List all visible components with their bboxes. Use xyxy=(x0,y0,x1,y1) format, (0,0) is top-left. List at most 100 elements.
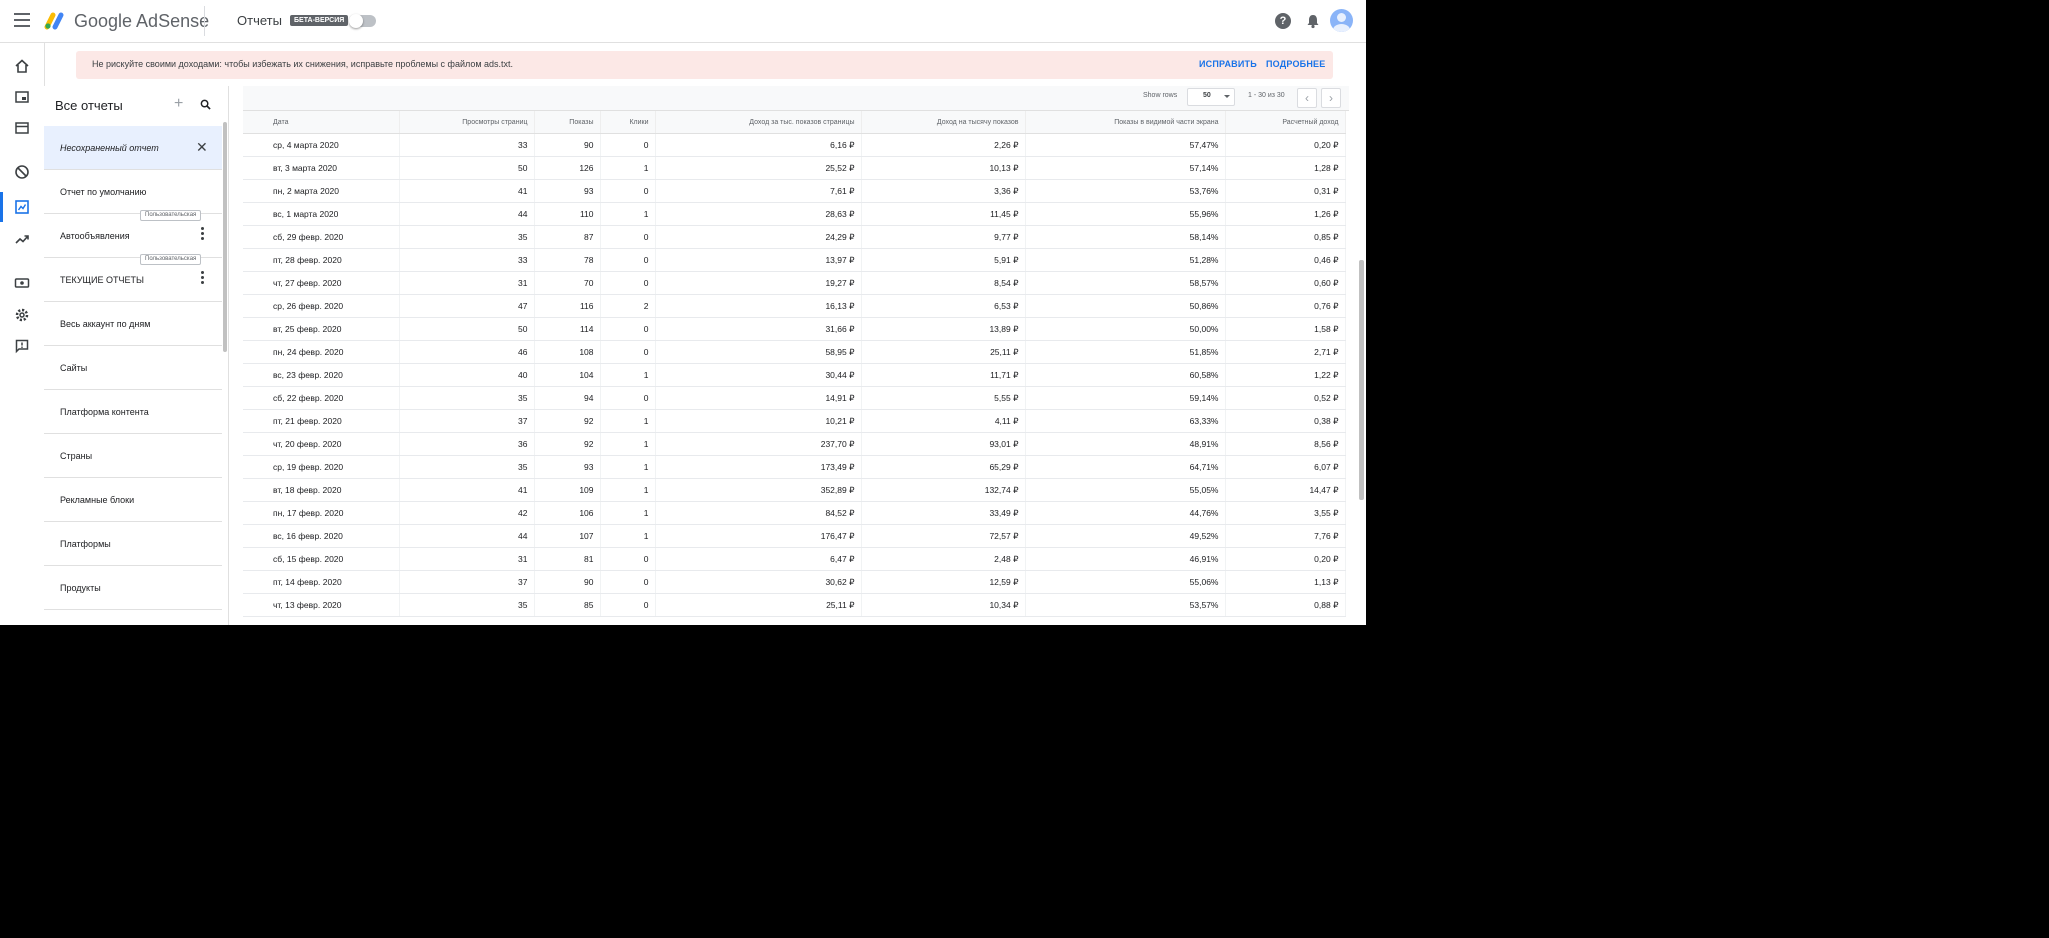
sites-icon[interactable] xyxy=(14,120,30,136)
table-cell: 132,74 ₽ xyxy=(861,478,1026,502)
table-cell: 0,20 ₽ xyxy=(1225,547,1346,571)
table-cell: 78 xyxy=(534,248,601,272)
more-vert-icon[interactable] xyxy=(201,271,204,286)
table-cell: 14,47 ₽ xyxy=(1225,478,1346,502)
ads-icon[interactable] xyxy=(14,89,30,105)
column-header[interactable]: Дата xyxy=(243,111,400,134)
report-label: Весь аккаунт по дням xyxy=(60,319,151,329)
rows-per-page-select[interactable]: 50 xyxy=(1187,88,1235,106)
table-cell: 31 xyxy=(399,271,535,295)
report-item-countries[interactable]: Страны xyxy=(44,434,222,478)
details-link[interactable]: ПОДРОБНЕЕ xyxy=(1266,59,1325,69)
table-cell: вс, 23 февр. 2020 xyxy=(243,363,400,387)
main-scrollbar[interactable] xyxy=(1359,260,1364,500)
fix-link[interactable]: ИСПРАВИТЬ xyxy=(1199,59,1257,69)
column-header[interactable]: Показы в видимой части экрана xyxy=(1025,111,1226,134)
block-icon[interactable] xyxy=(14,164,30,180)
search-icon[interactable] xyxy=(200,99,211,110)
help-icon[interactable]: ? xyxy=(1275,13,1291,29)
table-cell: 3,36 ₽ xyxy=(861,179,1026,203)
menu-icon[interactable] xyxy=(14,13,30,27)
close-icon[interactable]: ✕ xyxy=(196,139,208,156)
report-item-auto-ads[interactable]: Пользовательская Автообъявления xyxy=(44,210,222,258)
table-cell: 1,22 ₽ xyxy=(1225,363,1346,387)
report-item-content-platform[interactable]: Платформа контента xyxy=(44,390,222,434)
table-cell: 63,33% xyxy=(1025,409,1226,433)
table-row: пн, 24 февр. 2020 46 108 0 58,95 ₽25,11 ₽51,… xyxy=(243,340,1346,364)
report-item-platforms[interactable]: Платформы xyxy=(44,522,222,566)
next-page-button[interactable]: › xyxy=(1321,88,1341,108)
table-cell: сб, 29 февр. 2020 xyxy=(243,225,400,249)
column-header[interactable]: Доход на тысячу показов xyxy=(861,111,1026,134)
table-cell: 0 xyxy=(600,317,656,341)
table-cell: 31 xyxy=(399,547,535,571)
table-cell: пн, 24 февр. 2020 xyxy=(243,340,400,364)
page-title: Отчеты xyxy=(237,13,282,28)
table-cell: 84,52 ₽ xyxy=(655,501,862,525)
table-cell: 46 xyxy=(399,340,535,364)
report-item-current[interactable]: Пользовательская ТЕКУЩИЕ ОТЧЕТЫ xyxy=(44,254,222,302)
table-cell: 0 xyxy=(600,271,656,295)
table-row: вт, 25 февр. 2020 50 114 0 31,66 ₽13,89 ₽50,… xyxy=(243,317,1346,341)
top-bar: Google AdSense Отчеты БЕТА-ВЕРСИЯ ? xyxy=(0,0,1366,43)
beta-toggle[interactable] xyxy=(349,14,376,28)
report-item-unsaved[interactable]: Несохраненный отчет ✕ xyxy=(44,126,222,170)
column-header[interactable]: Клики xyxy=(600,111,656,134)
table-cell: 25,11 ₽ xyxy=(655,593,862,617)
table-cell: 58,95 ₽ xyxy=(655,340,862,364)
prev-page-button[interactable]: ‹ xyxy=(1297,88,1317,108)
table-cell: 33,49 ₽ xyxy=(861,501,1026,525)
table-cell: 33 xyxy=(399,133,535,157)
table-row: ср, 4 марта 2020 33 90 0 6,16 ₽2,26 ₽57,47% 0… xyxy=(243,133,1346,157)
table-row: ср, 19 февр. 2020 35 93 1 173,49 ₽65,29 ₽64,… xyxy=(243,455,1346,479)
home-icon[interactable] xyxy=(14,58,30,74)
payments-icon[interactable] xyxy=(14,275,30,291)
table-cell: 0,20 ₽ xyxy=(1225,133,1346,157)
report-item-sites[interactable]: Сайты xyxy=(44,346,222,390)
table-cell: 106 xyxy=(534,501,601,525)
table-cell: 2,48 ₽ xyxy=(861,547,1026,571)
table-cell: 10,21 ₽ xyxy=(655,409,862,433)
optimization-icon[interactable] xyxy=(14,231,30,247)
report-label: Автообъявления xyxy=(60,231,130,241)
column-header[interactable]: Показы xyxy=(534,111,601,134)
report-item-default[interactable]: Отчет по умолчанию xyxy=(44,170,222,214)
more-vert-icon[interactable] xyxy=(201,227,204,242)
column-header[interactable]: Доход за тыс. показов страницы xyxy=(655,111,862,134)
feedback-icon[interactable] xyxy=(14,338,30,354)
table-cell: 1 xyxy=(600,432,656,456)
settings-gear-icon[interactable] xyxy=(14,307,30,323)
table-cell: 1 xyxy=(600,363,656,387)
table-cell: пт, 28 февр. 2020 xyxy=(243,248,400,272)
table-header-row: Дата Просмотры страниц Показы Клики Доход за… xyxy=(243,111,1346,134)
table-row: вт, 3 марта 2020 50 126 1 25,52 ₽10,13 ₽57,1… xyxy=(243,156,1346,180)
table-cell: 53,76% xyxy=(1025,179,1226,203)
table-cell: 1,26 ₽ xyxy=(1225,202,1346,226)
table-cell: 42 xyxy=(399,501,535,525)
column-header[interactable]: Расчетный доход xyxy=(1225,111,1346,134)
table-cell: 108 xyxy=(534,340,601,364)
report-item-account-by-day[interactable]: Весь аккаунт по дням xyxy=(44,302,222,346)
table-cell: 237,70 ₽ xyxy=(655,432,862,456)
table-cell: 9,77 ₽ xyxy=(861,225,1026,249)
report-item-ad-units[interactable]: Рекламные блоки xyxy=(44,478,222,522)
table-cell: 59,14% xyxy=(1025,386,1226,410)
table-cell: 93 xyxy=(534,179,601,203)
bell-icon[interactable] xyxy=(1305,13,1321,29)
reports-icon[interactable] xyxy=(14,199,30,215)
avatar[interactable] xyxy=(1330,9,1353,32)
table-cell: вс, 1 марта 2020 xyxy=(243,202,400,226)
report-item-products[interactable]: Продукты xyxy=(44,566,222,610)
table-cell: 58,57% xyxy=(1025,271,1226,295)
panel-scrollbar[interactable] xyxy=(223,122,227,352)
table-cell: 13,97 ₽ xyxy=(655,248,862,272)
reports-panel: Все отчеты + Несохраненный отчет ✕ Отчет… xyxy=(44,86,229,625)
add-report-icon[interactable]: + xyxy=(174,95,183,113)
table-cell: 0 xyxy=(600,386,656,410)
table-cell: 92 xyxy=(534,409,601,433)
table-cell: 44 xyxy=(399,202,535,226)
table-cell: 5,55 ₽ xyxy=(861,386,1026,410)
custom-tag: Пользовательская xyxy=(140,210,202,221)
table-cell: 173,49 ₽ xyxy=(655,455,862,479)
column-header[interactable]: Просмотры страниц xyxy=(399,111,535,134)
